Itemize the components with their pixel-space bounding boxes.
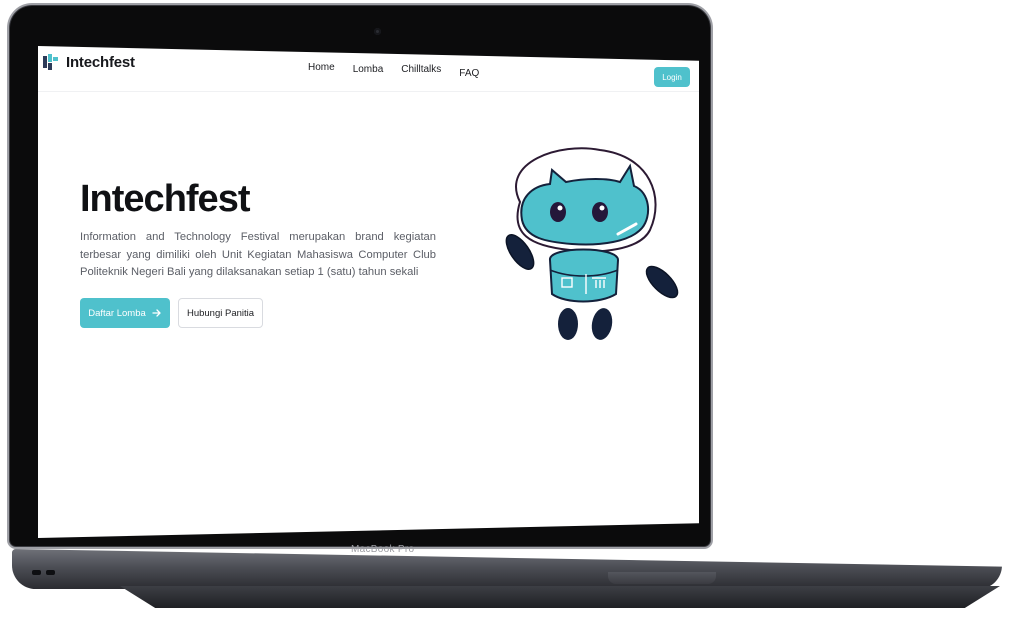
logo[interactable]: Intechfest bbox=[42, 53, 135, 71]
nav-item-chilltalks[interactable]: Chilltalks bbox=[401, 64, 441, 79]
screen: Intechfest Home Lomba Chilltalks FAQ Log… bbox=[38, 46, 699, 538]
nav-item-faq[interactable]: FAQ bbox=[459, 68, 479, 79]
laptop-frame: Intechfest Home Lomba Chilltalks FAQ Log… bbox=[10, 6, 710, 555]
laptop-base-edge bbox=[120, 586, 1000, 608]
laptop-base bbox=[12, 549, 1002, 589]
daftar-lomba-label: Daftar Lomba bbox=[88, 307, 146, 319]
arrow-right-icon bbox=[152, 309, 161, 317]
robot-mascot-illustration bbox=[505, 147, 679, 340]
logo-icon bbox=[43, 54, 58, 70]
hubungi-panitia-button[interactable]: Hubungi Panitia bbox=[178, 298, 263, 328]
device-brand-label: MacBook Pro bbox=[351, 544, 415, 555]
trackpad-notch bbox=[608, 572, 716, 584]
hero-title: Intechfest bbox=[80, 178, 250, 220]
hero-description: Information and Technology Festival meru… bbox=[80, 231, 436, 278]
camera bbox=[374, 28, 381, 35]
usb-port bbox=[46, 570, 55, 575]
navbar: Intechfest Home Lomba Chilltalks FAQ Log… bbox=[38, 46, 699, 92]
nav-item-lomba[interactable]: Lomba bbox=[353, 64, 384, 79]
daftar-lomba-button[interactable]: Daftar Lomba bbox=[80, 298, 170, 328]
usb-port bbox=[32, 570, 41, 575]
logo-text: Intechfest bbox=[66, 53, 135, 71]
nav-item-home[interactable]: Home bbox=[308, 62, 335, 79]
login-button[interactable]: Login bbox=[654, 67, 690, 87]
main-menu: Home Lomba Chilltalks FAQ bbox=[308, 62, 479, 79]
